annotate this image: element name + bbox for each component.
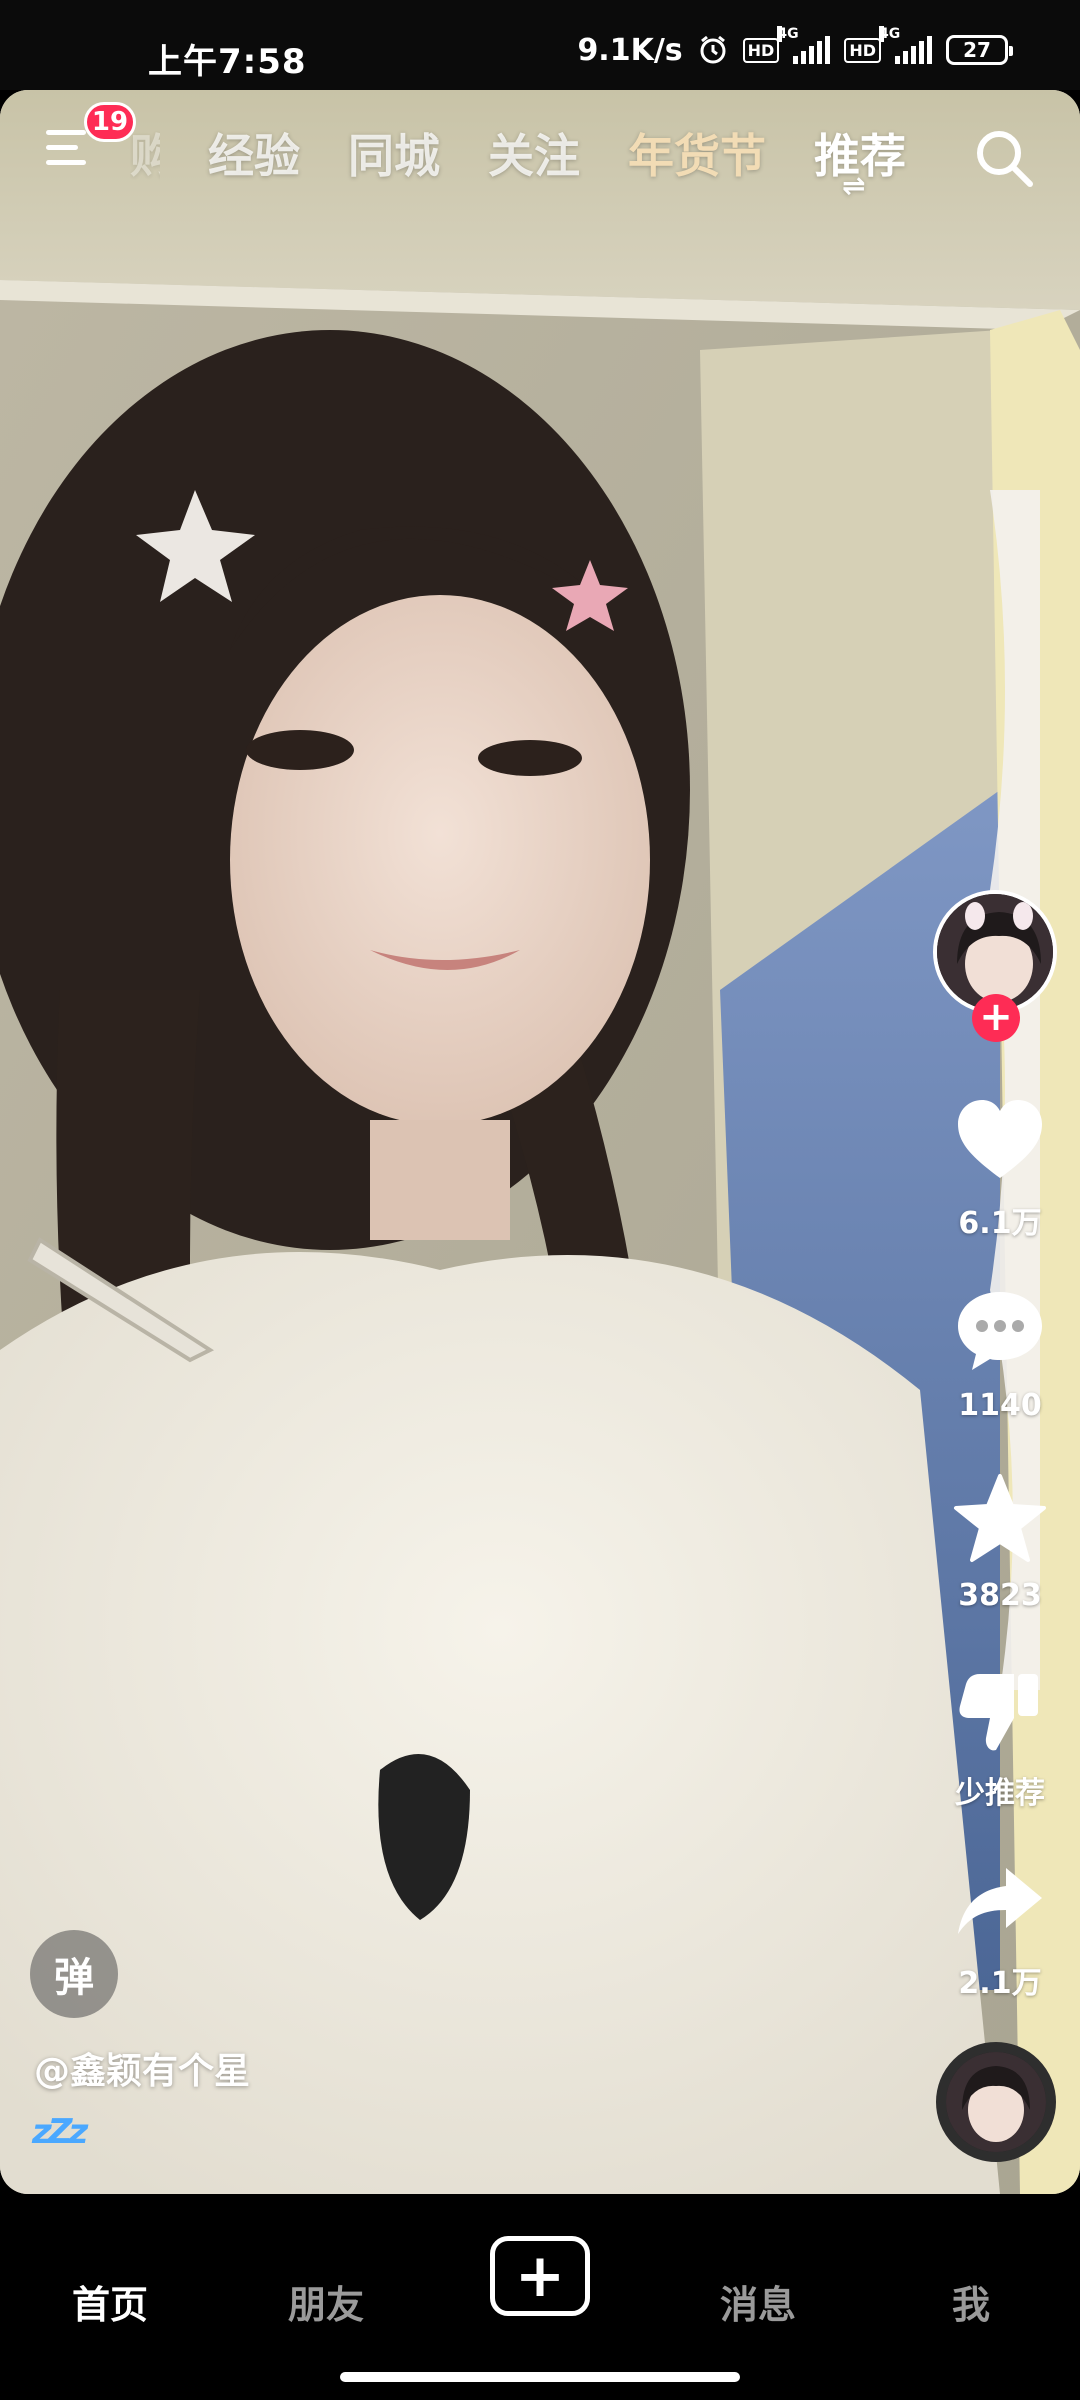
thumbs-down-icon bbox=[959, 1674, 1038, 1751]
nav-me[interactable]: 我 bbox=[952, 2274, 990, 2329]
author-name[interactable]: @鑫颖有个星 bbox=[34, 2042, 250, 2094]
video-frame bbox=[0, 90, 1080, 2194]
music-disc[interactable] bbox=[936, 2042, 1056, 2162]
status-time: 上午7:58 bbox=[148, 42, 307, 82]
comment-bubble-icon bbox=[958, 1292, 1042, 1370]
danmaku-toggle[interactable]: 弹 bbox=[30, 1930, 118, 2018]
follow-button[interactable]: + bbox=[972, 994, 1020, 1042]
top-navigation: 19 购 经验 同城 关注 年货节 推荐 ⇌ bbox=[0, 90, 1080, 210]
heart-icon bbox=[958, 1100, 1042, 1178]
home-indicator[interactable] bbox=[340, 2372, 740, 2382]
bottom-navigation: 首页 朋友 + 消息 我 bbox=[0, 2194, 1080, 2400]
menu-line-icon bbox=[46, 160, 86, 165]
tab-experience[interactable]: 经验 bbox=[208, 120, 300, 186]
comment-button[interactable]: 1140 bbox=[920, 1280, 1080, 1423]
notification-badge: 19 bbox=[84, 102, 136, 142]
menu-line-icon bbox=[46, 130, 86, 135]
favorite-button[interactable]: 3823 bbox=[920, 1470, 1080, 1613]
network-speed: 9.1K/s bbox=[577, 32, 683, 68]
video-player[interactable] bbox=[0, 90, 1080, 2194]
star-icon bbox=[954, 1474, 1046, 1562]
create-button[interactable]: + bbox=[490, 2236, 590, 2316]
sleep-emoji: zZz bbox=[32, 2112, 88, 2152]
favorite-count: 3823 bbox=[958, 1578, 1042, 1613]
share-arrow-icon bbox=[958, 1868, 1042, 1934]
status-indicators: 9.1K/s HD 4G HD 4G 27 bbox=[577, 26, 1013, 70]
battery-icon: 27 bbox=[946, 35, 1013, 65]
share-button[interactable]: 2.1万 bbox=[920, 1850, 1080, 2002]
tab-shopping[interactable]: 购 bbox=[130, 120, 160, 186]
sim2-hd-badge: HD bbox=[844, 37, 881, 63]
alarm-clock-icon bbox=[700, 35, 726, 64]
swap-arrows-icon: ⇌ bbox=[842, 169, 866, 202]
sim1-hd-badge: HD bbox=[742, 37, 780, 63]
nav-messages[interactable]: 消息 bbox=[720, 2274, 796, 2329]
tab-new-year-festival[interactable]: 年货节 bbox=[628, 120, 766, 186]
tab-following[interactable]: 关注 bbox=[488, 120, 580, 186]
share-count: 2.1万 bbox=[958, 1966, 1042, 2001]
search-icon[interactable] bbox=[972, 126, 1036, 190]
sim2-signal-icon: 4G bbox=[879, 26, 932, 64]
comment-count: 1140 bbox=[958, 1388, 1042, 1423]
like-button[interactable]: 6.1万 bbox=[920, 1090, 1080, 1242]
sim1-signal-icon: 4G bbox=[777, 26, 831, 64]
status-bar: 上午7:58 9.1K/s HD 4G HD 4G 27 bbox=[0, 0, 1080, 90]
not-interested-button[interactable]: 少推荐 bbox=[920, 1660, 1080, 1812]
nav-home[interactable]: 首页 bbox=[72, 2274, 148, 2329]
tab-recommended[interactable]: 推荐 ⇌ bbox=[814, 120, 906, 200]
menu-button[interactable] bbox=[46, 130, 98, 180]
nav-friends[interactable]: 朋友 bbox=[288, 2274, 364, 2329]
like-count: 6.1万 bbox=[958, 1206, 1042, 1241]
music-cover-image bbox=[946, 2052, 1046, 2152]
not-interested-label: 少推荐 bbox=[955, 1776, 1045, 1811]
tab-nearby[interactable]: 同城 bbox=[348, 120, 440, 186]
feed-tabs: 购 经验 同城 关注 年货节 推荐 ⇌ bbox=[130, 120, 906, 200]
menu-line-icon bbox=[46, 145, 78, 150]
